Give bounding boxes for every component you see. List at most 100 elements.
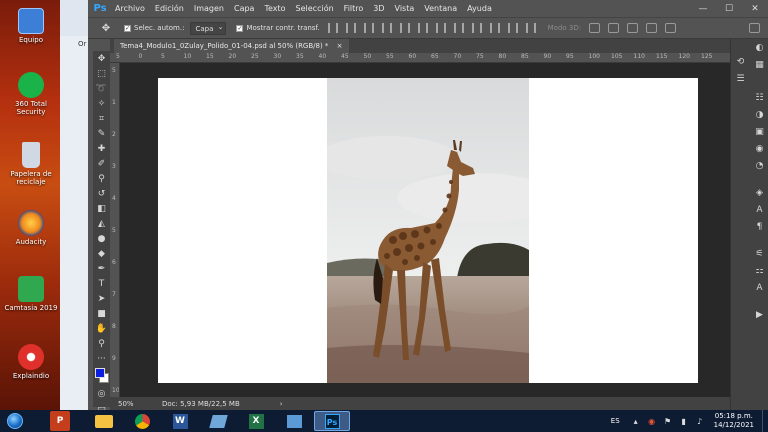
show-desktop-button[interactable] <box>762 410 768 432</box>
maximize-button[interactable]: ☐ <box>716 0 742 17</box>
channels-panel-icon[interactable]: ◉ <box>750 140 768 157</box>
distribute-bottom-icon[interactable] <box>471 23 482 33</box>
tray-up-arrow-icon[interactable]: ▴ <box>630 415 642 427</box>
align-right-icon[interactable] <box>417 23 428 33</box>
align-left-icon[interactable] <box>381 23 392 33</box>
marquee-icon[interactable]: ⬚ <box>93 66 110 81</box>
character-styles-panel-icon[interactable]: A <box>750 279 768 296</box>
start-button[interactable] <box>0 410 30 432</box>
show-transform-checkbox[interactable]: ✓ <box>236 24 244 32</box>
distribute-top-icon[interactable] <box>435 23 446 33</box>
history-brush-icon[interactable]: ↺ <box>93 186 110 201</box>
paths-panel-icon[interactable]: ◔ <box>750 157 768 174</box>
menu-vista[interactable]: Vista <box>390 0 420 17</box>
eraser-icon[interactable]: ◧ <box>93 201 110 216</box>
adjustments-panel-icon[interactable]: ◑ <box>750 106 768 123</box>
lasso-icon[interactable]: ➰ <box>93 81 110 96</box>
document-canvas[interactable] <box>158 78 698 383</box>
play-action-icon[interactable]: ▶ <box>750 306 768 323</box>
ruler-horizontal[interactable]: 5 0 5 10 15 20 25 30 35 40 45 50 55 60 65 70 75 80 85 90 95 1… <box>110 53 730 63</box>
menu-ayuda[interactable]: Ayuda <box>462 0 497 17</box>
desktop-icon-camtasia[interactable]: Camtasia 2019 <box>0 276 62 312</box>
giraffe-photo[interactable] <box>327 78 529 383</box>
hand-icon[interactable]: ✋ <box>93 321 110 336</box>
taskbar-chrome[interactable] <box>124 411 160 431</box>
color-swatches[interactable] <box>93 366 110 386</box>
workspace-icon[interactable] <box>749 23 760 33</box>
distribute-center-icon[interactable] <box>507 23 518 33</box>
menu-texto[interactable]: Texto <box>259 0 290 17</box>
paint-bucket-icon[interactable]: ◭ <box>93 216 110 231</box>
distribute-left-icon[interactable] <box>489 23 500 33</box>
brush-icon[interactable]: ✐ <box>93 156 110 171</box>
color-panel-icon[interactable]: ◐ <box>750 39 768 56</box>
quick-mask-icon[interactable]: ◎ <box>93 386 110 401</box>
styles-panel-icon[interactable]: ▣ <box>750 123 768 140</box>
taskbar-powerpoint[interactable]: P <box>50 411 70 431</box>
healing-brush-icon[interactable]: ✚ <box>93 141 110 156</box>
libraries-panel-icon[interactable]: ☷ <box>750 89 768 106</box>
auto-select-dropdown[interactable]: Capa <box>190 21 227 35</box>
dodge-icon[interactable]: ● <box>93 231 110 246</box>
align-top-icon[interactable] <box>327 23 338 33</box>
path-selection-icon[interactable]: ➤ <box>93 291 110 306</box>
taskbar-app-6[interactable] <box>276 411 312 431</box>
document-tab-close-icon[interactable]: × <box>337 42 343 50</box>
status-menu-arrow[interactable]: › <box>280 400 283 408</box>
move-icon[interactable]: ✥ <box>93 51 110 66</box>
menu-archivo[interactable]: Archivo <box>110 0 150 17</box>
security-tray-icon[interactable]: ◉ <box>646 415 658 427</box>
menu-seleccion[interactable]: Selección <box>291 0 339 17</box>
rectangle-icon[interactable]: ■ <box>93 306 110 321</box>
blur-icon[interactable]: ◆ <box>93 246 110 261</box>
menu-ventana[interactable]: Ventana <box>419 0 462 17</box>
minimize-button[interactable]: — <box>690 0 716 17</box>
close-button[interactable]: ✕ <box>742 0 768 17</box>
move-tool-icon[interactable]: ✥ <box>98 20 114 36</box>
properties-panel-icon[interactable]: ☰ <box>731 70 750 87</box>
taskbar-explorer[interactable] <box>86 411 122 431</box>
menu-edicion[interactable]: Edición <box>150 0 189 17</box>
taskbar-app-4[interactable] <box>200 411 236 431</box>
pen-icon[interactable]: ✒ <box>93 261 110 276</box>
clock[interactable]: 05:18 p.m. 14/12/2021 <box>714 412 754 430</box>
taskbar-excel[interactable]: X <box>238 411 274 431</box>
magic-wand-icon[interactable]: ✧ <box>93 96 110 111</box>
network-tray-icon[interactable]: ▮ <box>678 415 690 427</box>
flag-tray-icon[interactable]: ⚑ <box>662 415 674 427</box>
desktop-icon-360-total-security[interactable]: 360 Total Security <box>0 72 62 116</box>
paragraph-panel-icon[interactable]: ¶ <box>750 218 768 235</box>
align-middle-icon[interactable] <box>345 23 356 33</box>
desktop-icon-recycle-bin[interactable]: Papelera de reciclaje <box>0 142 62 186</box>
desktop-icon-audacity[interactable]: Audacity <box>0 210 62 246</box>
layers-panel-icon[interactable]: ◈ <box>750 184 768 201</box>
character-panel-icon[interactable]: A <box>750 201 768 218</box>
clone-stamp-icon[interactable]: ⚲ <box>93 171 110 186</box>
menu-capa[interactable]: Capa <box>229 0 259 17</box>
language-indicator[interactable]: ES <box>611 417 620 425</box>
volume-tray-icon[interactable]: ♪ <box>694 415 706 427</box>
document-tab[interactable]: Tema4_Modulo1_0Zulay_Polido_01-04.psd al… <box>114 39 349 53</box>
auto-select-checkbox[interactable]: ✓ <box>124 24 131 32</box>
menu-imagen[interactable]: Imagen <box>189 0 229 17</box>
menu-filtro[interactable]: Filtro <box>339 0 369 17</box>
desktop-icon-equipo[interactable]: Equipo <box>0 8 62 44</box>
distribute-right-icon[interactable] <box>525 23 536 33</box>
taskbar-word[interactable]: W <box>162 411 198 431</box>
align-center-icon[interactable] <box>399 23 410 33</box>
swatches-panel-icon[interactable]: ▦ <box>750 56 768 73</box>
type-icon[interactable]: T <box>93 276 110 291</box>
glyphs-panel-icon[interactable]: ⚏ <box>750 262 768 279</box>
zoom-level[interactable]: 50% <box>110 400 150 408</box>
history-panel-icon[interactable]: ⟲ <box>731 53 750 70</box>
ruler-vertical[interactable]: 5 1 2 3 4 5 6 7 8 9 10 <box>110 63 120 397</box>
distribute-middle-icon[interactable] <box>453 23 464 33</box>
brushes-panel-icon[interactable]: ⚟ <box>750 245 768 262</box>
taskbar-photoshop[interactable]: Ps <box>314 411 350 431</box>
more-tools-icon[interactable]: ··· <box>93 351 110 366</box>
align-bottom-icon[interactable] <box>363 23 374 33</box>
menu-3d[interactable]: 3D <box>368 0 389 17</box>
eyedropper-icon[interactable]: ✎ <box>93 126 110 141</box>
desktop-icon-explaindio[interactable]: Explaindio <box>0 344 62 380</box>
crop-icon[interactable]: ⌗ <box>93 111 110 126</box>
